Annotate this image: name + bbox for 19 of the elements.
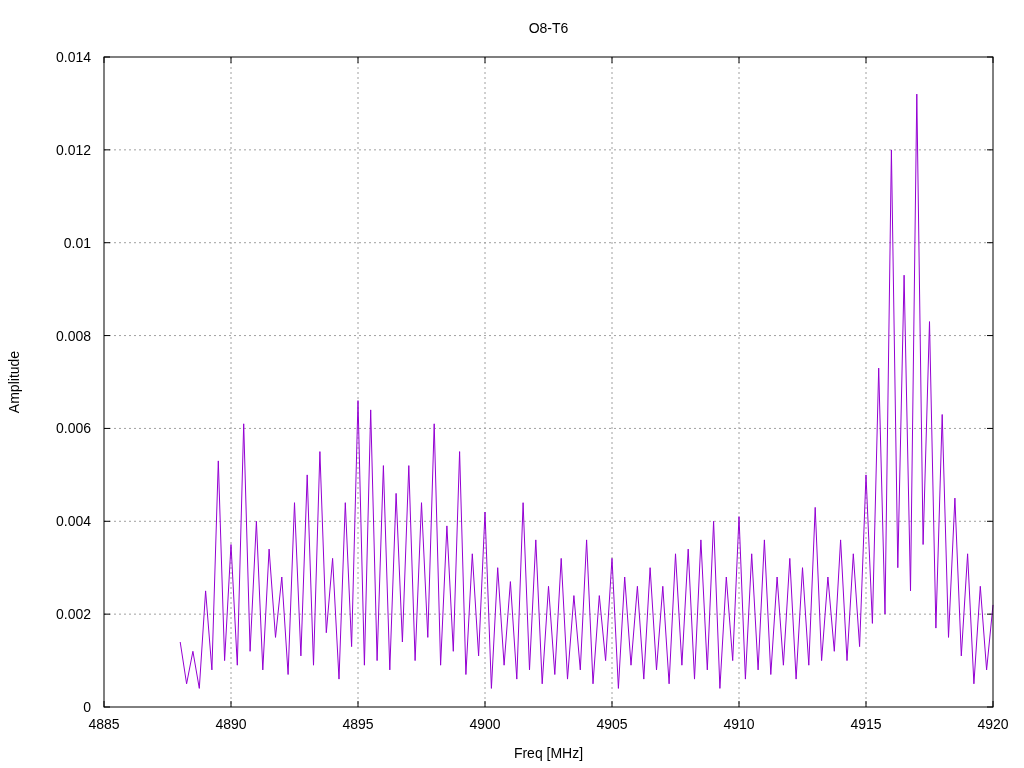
- x-tick-label: 4885: [88, 716, 120, 732]
- x-tick-label: 4895: [342, 716, 374, 732]
- x-axis-label: Freq [MHz]: [513, 745, 584, 761]
- y-tick-label: 0: [83, 699, 91, 715]
- y-tick-label: 0.006: [55, 420, 91, 437]
- y-tick-label: 0.01: [63, 234, 91, 251]
- x-tick-label: 4920: [977, 716, 1009, 732]
- x-tick-label: 4910: [723, 716, 755, 732]
- y-tick-label: 0.014: [55, 49, 91, 65]
- y-tick-label: 0.012: [55, 141, 91, 158]
- x-tick-label: 4915: [850, 716, 882, 732]
- y-tick-label: 0.004: [55, 513, 91, 530]
- y-tick-label: 0.008: [55, 327, 91, 344]
- y-axis-label: Amplitude: [6, 350, 22, 414]
- x-tick-label: 4900: [469, 716, 501, 732]
- chart-title: O8-T6: [528, 20, 569, 36]
- x-tick-label: 4890: [215, 716, 247, 732]
- x-tick-label: 4905: [596, 716, 628, 732]
- y-tick-label: 0.002: [55, 606, 91, 623]
